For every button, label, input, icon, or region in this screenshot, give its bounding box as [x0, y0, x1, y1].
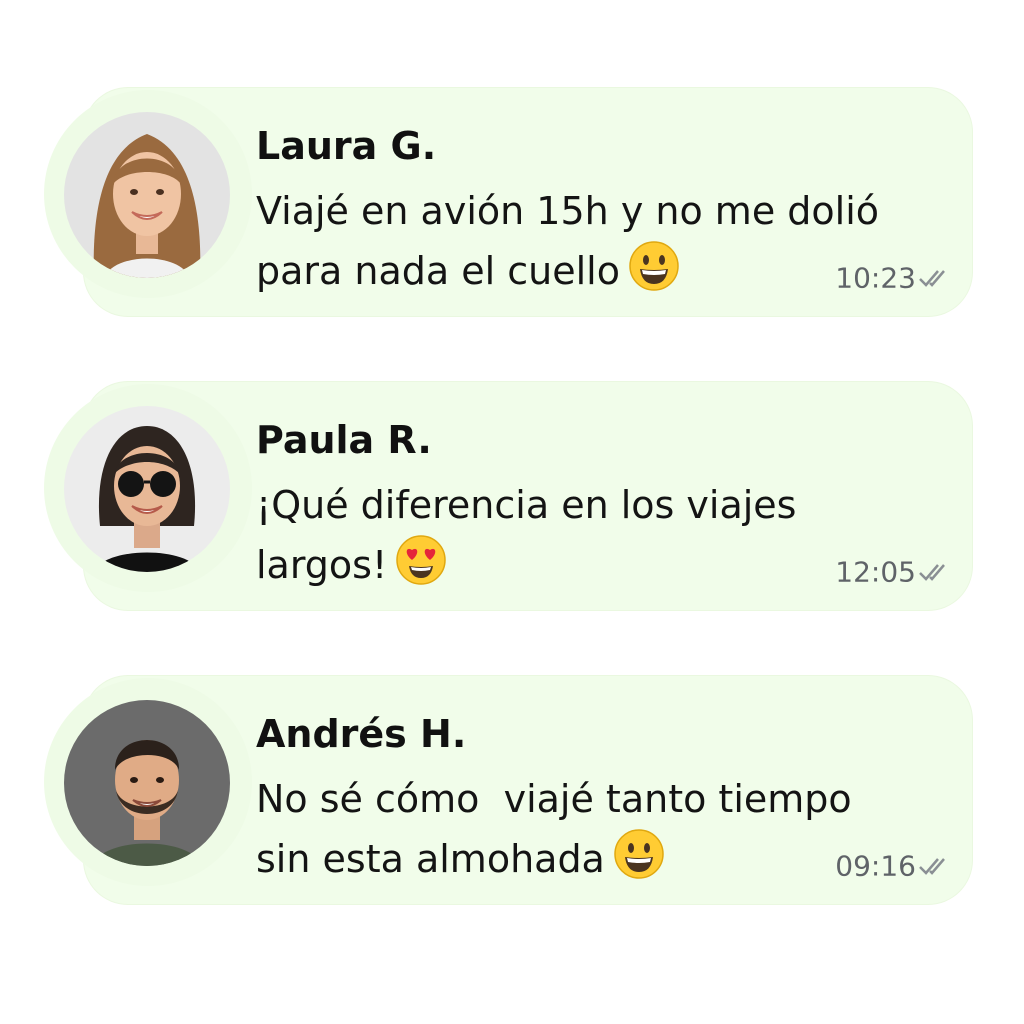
- message-line: para nada el cuello: [256, 249, 620, 293]
- avatar-frame: [44, 90, 252, 298]
- timestamp: 12:05: [835, 555, 916, 588]
- message-line: ¡Qué diferencia en los viajes: [256, 483, 797, 527]
- message-meta: 12:05: [835, 554, 952, 588]
- sender-name: Paula R.: [256, 418, 432, 462]
- grinning-face-emoji-icon: [628, 240, 680, 292]
- avatar-woman-long-hair: [64, 112, 230, 278]
- message-meta: 10:23: [835, 260, 952, 294]
- message-text: No sé cómo viajé tanto tiempo sin esta a…: [256, 770, 936, 888]
- avatar[interactable]: [64, 112, 230, 278]
- avatar[interactable]: [64, 700, 230, 866]
- message-text: ¡Qué diferencia en los viajes largos!: [256, 476, 936, 594]
- chat-message: Laura G. Viajé en avión 15h y no me doli…: [44, 88, 974, 318]
- double-check-icon: [918, 267, 952, 289]
- avatar-woman-sunglasses: [64, 406, 230, 572]
- heart-eyes-emoji-icon: [395, 534, 447, 586]
- chat-message: Paula R. ¡Qué diferencia en los viajes l…: [44, 382, 974, 612]
- chat-message: Andrés H. No sé cómo viajé tanto tiempo …: [44, 676, 974, 906]
- message-line: largos!: [256, 543, 388, 587]
- sender-name: Andrés H.: [256, 712, 467, 756]
- message-line: No sé cómo viajé tanto tiempo: [256, 777, 852, 821]
- avatar-frame: [44, 678, 252, 886]
- message-line: Viajé en avión 15h y no me dolió: [256, 189, 880, 233]
- timestamp: 09:16: [835, 849, 916, 882]
- avatar[interactable]: [64, 406, 230, 572]
- timestamp: 10:23: [835, 261, 916, 294]
- message-text: Viajé en avión 15h y no me dolió para na…: [256, 182, 936, 300]
- avatar-man-beard: [64, 700, 230, 866]
- message-meta: 09:16: [835, 848, 952, 882]
- avatar-frame: [44, 384, 252, 592]
- double-check-icon: [918, 561, 952, 583]
- double-check-icon: [918, 855, 952, 877]
- grinning-face-emoji-icon: [613, 828, 665, 880]
- message-line: sin esta almohada: [256, 837, 605, 881]
- sender-name: Laura G.: [256, 124, 437, 168]
- testimonials-chat: Laura G. Viajé en avión 15h y no me doli…: [0, 0, 1024, 1024]
